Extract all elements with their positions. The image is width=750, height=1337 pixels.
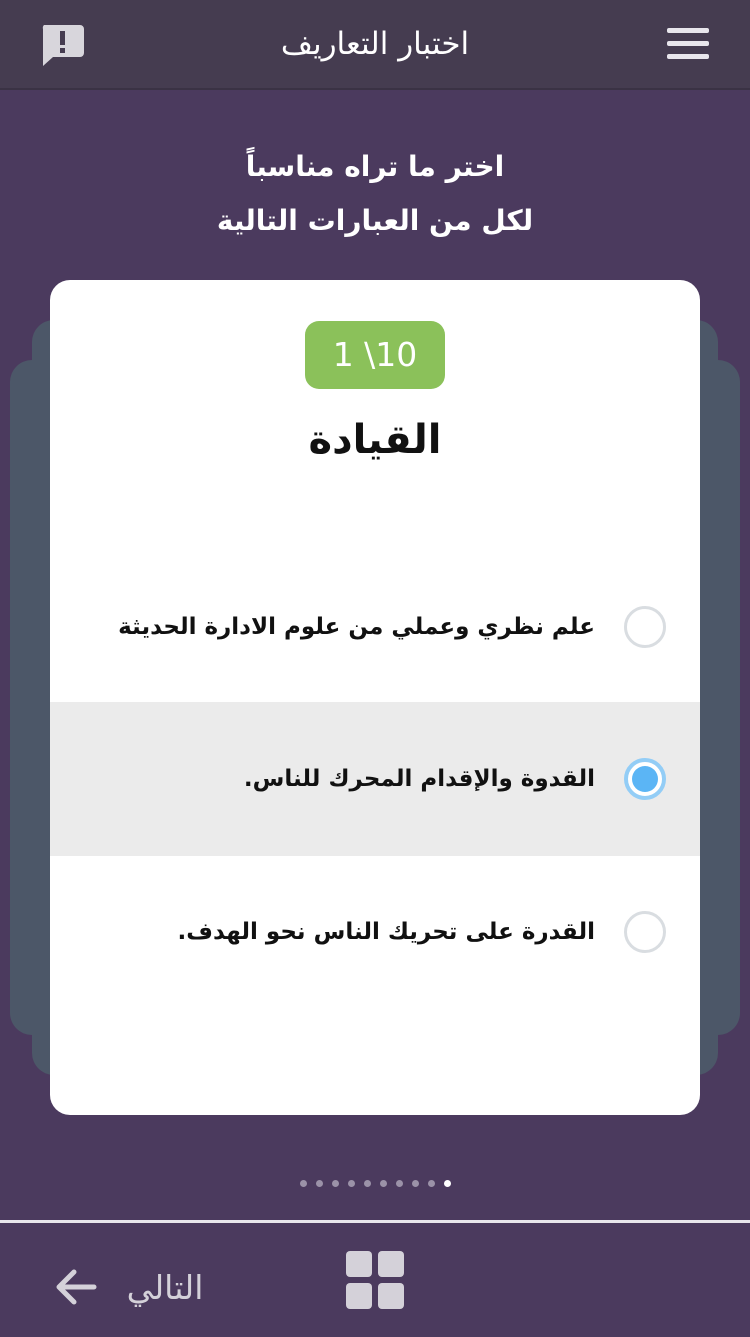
- next-button[interactable]: التالي: [50, 1263, 220, 1313]
- bottom-bar: التالي: [0, 1220, 750, 1337]
- pagination-dot: [428, 1180, 435, 1187]
- pagination-dot: [364, 1180, 371, 1187]
- next-label: التالي: [126, 1268, 204, 1307]
- pagination-dot-active: [444, 1180, 451, 1187]
- hamburger-menu-icon[interactable]: [667, 28, 709, 60]
- instructions-line-2: لكل من العبارات التالية: [216, 204, 534, 237]
- option-1[interactable]: علم نظري وعملي من علوم الادارة الحديثة: [50, 550, 700, 704]
- question-counter-badge: 1 \10: [305, 321, 445, 389]
- app-header: اختبار التعاريف: [0, 0, 750, 90]
- instructions: اختر ما تراه مناسباً لكل من العبارات الت…: [100, 140, 650, 248]
- report-exclamation-icon: [42, 25, 84, 66]
- header-title: اختبار التعاريف: [280, 26, 470, 62]
- report-icon[interactable]: [38, 22, 86, 68]
- radio-button[interactable]: [624, 606, 666, 648]
- pagination-dot: [412, 1180, 419, 1187]
- pagination-dots: [300, 1178, 452, 1190]
- question-card: 1 \10 القيادة علم نظري وعملي من علوم الا…: [50, 280, 700, 1115]
- option-3[interactable]: القدرة على تحريك الناس نحو الهدف.: [50, 855, 700, 1009]
- pagination-dot: [380, 1180, 387, 1187]
- grid-menu-icon[interactable]: [346, 1251, 404, 1309]
- option-label: القدرة على تحريك الناس نحو الهدف.: [177, 919, 595, 945]
- pagination-dot: [332, 1180, 339, 1187]
- pagination-dot: [300, 1180, 307, 1187]
- pagination-dot: [396, 1180, 403, 1187]
- instructions-line-1: اختر ما تراه مناسباً: [245, 150, 505, 183]
- arrow-left-icon: [56, 1269, 97, 1305]
- radio-button-selected[interactable]: [624, 758, 666, 800]
- option-label: علم نظري وعملي من علوم الادارة الحديثة: [118, 614, 595, 640]
- pagination-dot: [348, 1180, 355, 1187]
- radio-dot: [632, 766, 658, 792]
- pagination-dot: [316, 1180, 323, 1187]
- radio-button[interactable]: [624, 911, 666, 953]
- option-2[interactable]: القدوة والإقدام المحرك للناس.: [50, 702, 700, 856]
- option-label: القدوة والإقدام المحرك للناس.: [243, 766, 595, 792]
- question-title: القيادة: [308, 417, 442, 463]
